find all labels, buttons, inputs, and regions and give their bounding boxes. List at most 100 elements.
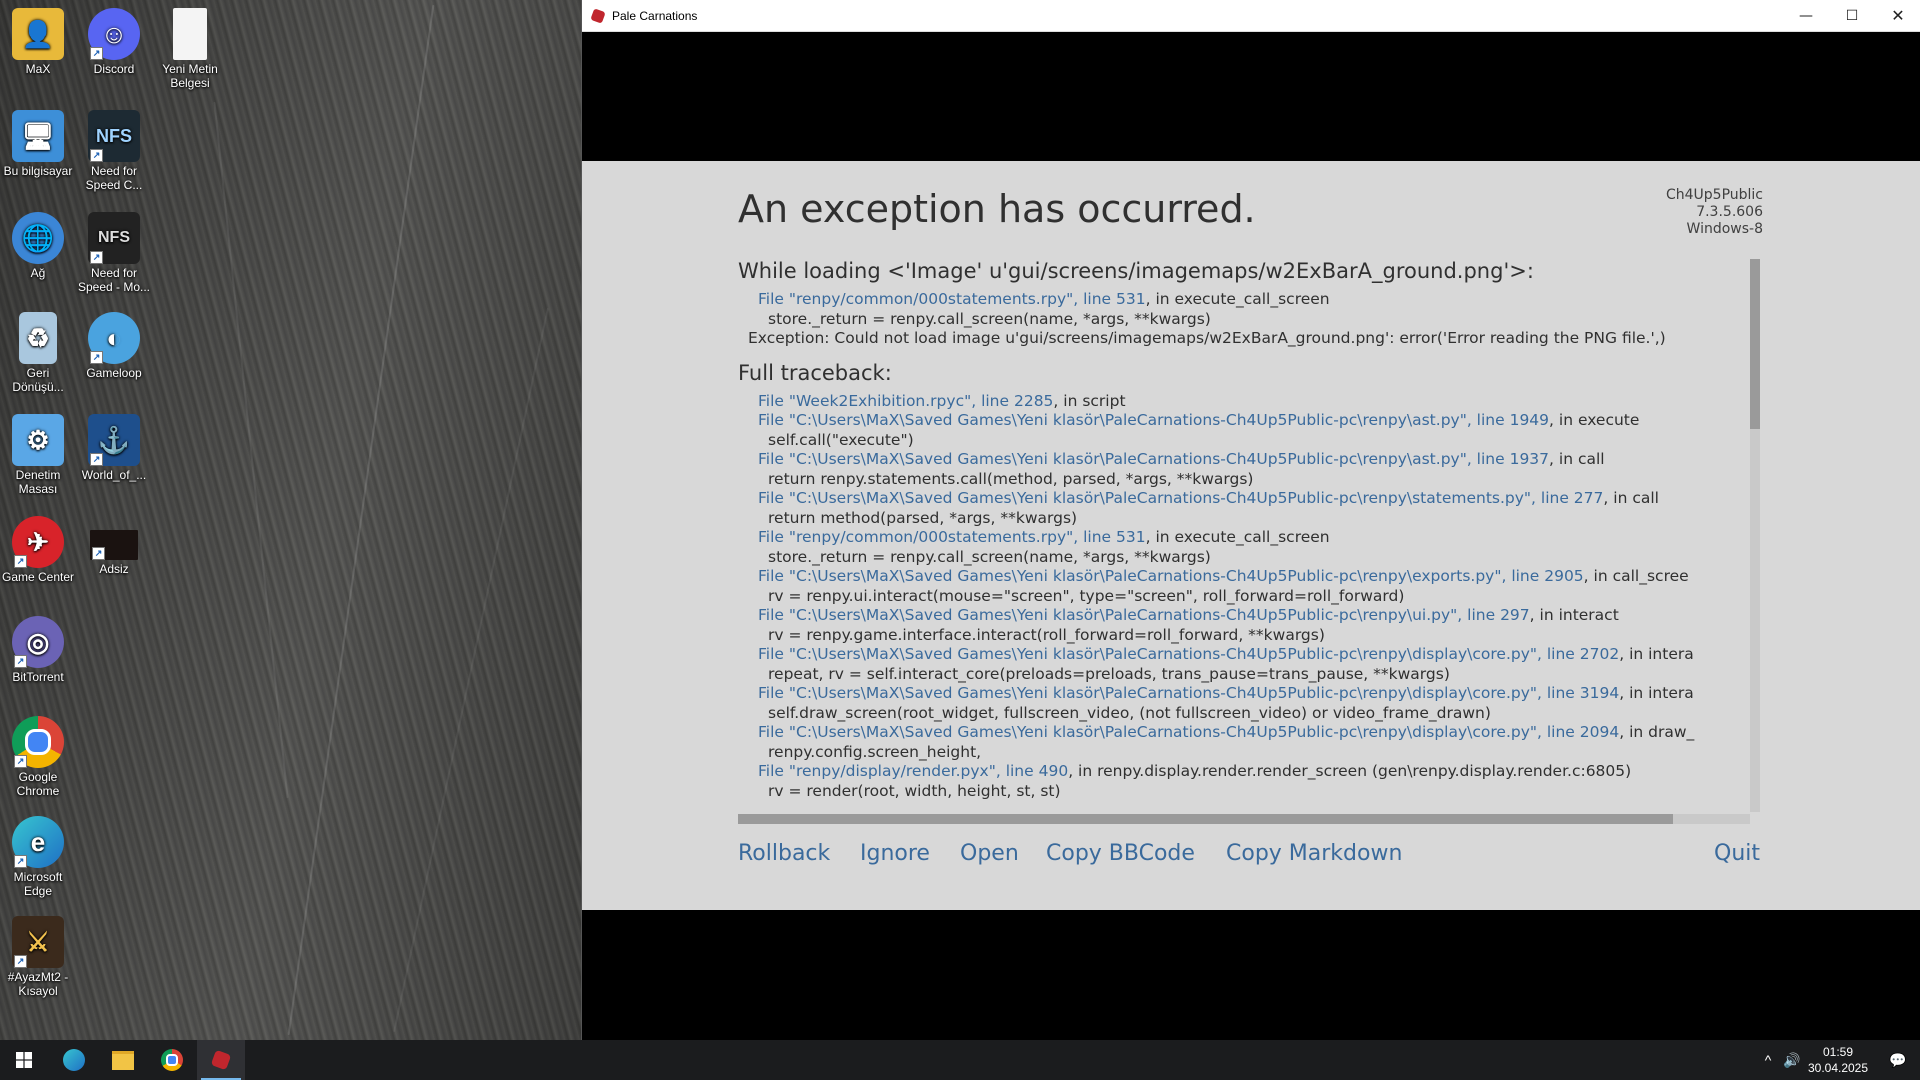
wallpaper-detail <box>393 307 549 1033</box>
desktop-icon-bittorrent[interactable]: ◎ ↗ BitTorrent <box>0 616 76 684</box>
desktop-icon-text-doc[interactable]: Yeni Metin Belgesi <box>152 8 228 90</box>
quit-button[interactable]: Quit <box>1714 841 1760 866</box>
desktop-icon-ayazmt2[interactable]: ⚔ ↗ #AyazMt2 - Kısayol <box>0 916 76 998</box>
taskbar-clock[interactable]: 01:59 30.04.2025 <box>1802 1044 1874 1076</box>
taskbar-edge[interactable] <box>50 1040 98 1080</box>
desktop-icon-discord[interactable]: ☺ ↗ Discord <box>76 8 152 76</box>
traceback-code-line: self.draw_screen(root_widget, fullscreen… <box>768 703 1491 722</box>
control-panel-icon: ⚙ <box>12 414 64 466</box>
windows-logo-icon <box>16 1052 32 1068</box>
desktop-icon-nfs-mostwanted[interactable]: NFS ↗ Need for Speed - Mo... <box>76 212 152 294</box>
desktop-icon-this-pc[interactable]: 🖥 Bu bilgisayar <box>0 110 76 178</box>
volume-icon[interactable]: 🔊 <box>1780 1040 1804 1080</box>
minimize-button[interactable]: — <box>1783 0 1829 31</box>
action-bar: Rollback Ignore Open Copy BBCode Copy Ma… <box>738 841 1760 873</box>
exception-message: Exception: Could not load image u'gui/sc… <box>748 329 1666 347</box>
version-platform: Windows-8 <box>1686 221 1763 237</box>
traceback-viewport[interactable]: While loading <'Image' u'gui/screens/ima… <box>738 259 1750 807</box>
traceback-code-line: store._return = renpy.call_screen(name, … <box>768 547 1211 566</box>
traceback-file-line: File "C:\Users\MaX\Saved Games\Yeni klas… <box>738 684 1750 704</box>
traceback-code-line: renpy.config.screen_height, <box>768 742 982 761</box>
close-button[interactable]: ✕ <box>1875 0 1920 31</box>
desktop-icon-control-panel[interactable]: ⚙ Denetim Masası <box>0 414 76 496</box>
desktop-icon-network[interactable]: 🌐 Ağ <box>0 212 76 280</box>
wallpaper-detail <box>287 4 435 1036</box>
taskbar-pale-carnations[interactable] <box>197 1040 245 1080</box>
traceback-code-line: repeat, rv = self.interact_core(preloads… <box>768 664 1450 683</box>
copy-markdown-button[interactable]: Copy Markdown <box>1226 841 1402 866</box>
open-button[interactable]: Open <box>960 841 1019 866</box>
traceback-code-line: rv = renpy.game.interface.interact(roll_… <box>768 625 1325 644</box>
desktop-icon-edge[interactable]: e ↗ Microsoft Edge <box>0 816 76 898</box>
desktop-icon-label: MaX <box>25 62 51 76</box>
traceback-file-link[interactable]: File "C:\Users\MaX\Saved Games\Yeni klas… <box>758 684 1619 702</box>
desktop-icon-label: Microsoft Edge <box>13 870 63 898</box>
traceback-file-link[interactable]: File "renpy/common/000statements.rpy", l… <box>758 528 1146 546</box>
traceback-file-link[interactable]: File "C:\Users\MaX\Saved Games\Yeni klas… <box>758 450 1549 468</box>
traceback-file-line: File "C:\Users\MaX\Saved Games\Yeni klas… <box>738 450 1750 470</box>
chrome-icon: ↗ <box>12 716 64 768</box>
traceback-code-line: return method(parsed, *args, **kwargs) <box>768 508 1078 527</box>
desktop-icon-label: Denetim Masası <box>15 468 61 496</box>
desktop-icon-chrome[interactable]: ↗ Google Chrome <box>0 716 76 798</box>
tray-chevron-icon[interactable]: ^ <box>1756 1040 1780 1080</box>
notifications-icon[interactable]: 💬 <box>1876 1040 1920 1080</box>
traceback-file-link[interactable]: File "C:\Users\MaX\Saved Games\Yeni klas… <box>758 723 1619 741</box>
taskbar-chrome[interactable] <box>148 1040 196 1080</box>
traceback-file-link[interactable]: File "C:\Users\MaX\Saved Games\Yeni klas… <box>758 411 1549 429</box>
desktop-icon-label: Gameloop <box>86 366 142 380</box>
desktop-icon-recycle-bin[interactable]: ♻ Geri Dönüşü... <box>0 312 76 394</box>
desktop-icon-label: Game Center <box>1 570 75 584</box>
recycle-bin-icon: ♻ <box>19 312 57 364</box>
traceback-file-line: File "C:\Users\MaX\Saved Games\Yeni klas… <box>738 567 1750 587</box>
text-document-icon <box>173 8 207 60</box>
start-button[interactable] <box>0 1040 48 1080</box>
copy-bbcode-button[interactable]: Copy BBCode <box>1046 841 1195 866</box>
desktop-icon-adsiz[interactable]: ↗ Adsiz <box>76 516 152 576</box>
traceback-location: , in renpy.display.render.render_screen … <box>1068 762 1632 780</box>
loading-header: While loading <'Image' u'gui/screens/ima… <box>738 259 1534 283</box>
desktop-icon-label: Discord <box>93 62 135 76</box>
horizontal-scroll-thumb[interactable] <box>738 814 1673 824</box>
traceback-file-line: File "C:\Users\MaX\Saved Games\Yeni klas… <box>738 645 1750 665</box>
traceback-file-link[interactable]: File "renpy/common/000statements.rpy", l… <box>758 290 1146 308</box>
ignore-button[interactable]: Ignore <box>860 841 930 866</box>
rollback-button[interactable]: Rollback <box>738 841 830 866</box>
traceback-file-line: File "renpy/common/000statements.rpy", l… <box>738 290 1750 310</box>
edge-icon <box>63 1049 85 1071</box>
traceback-file-link[interactable]: File "C:\Users\MaX\Saved Games\Yeni klas… <box>758 606 1530 624</box>
traceback-location: , in script <box>1053 391 1126 410</box>
traceback-file-link[interactable]: File "renpy/display/render.pyx", line 49… <box>758 762 1068 780</box>
version-info: Ch4Up5Public 7.3.5.606 Windows-8 <box>1666 187 1763 238</box>
desktop-icon-world-of-warships[interactable]: ⚓ ↗ World_of_... <box>76 414 152 482</box>
traceback-file-link[interactable]: File "C:\Users\MaX\Saved Games\Yeni klas… <box>758 489 1603 507</box>
traceback-location: , in intera <box>1619 645 1694 663</box>
vertical-scrollbar[interactable] <box>1750 259 1760 812</box>
maximize-button[interactable]: ☐ <box>1829 0 1875 31</box>
desktop-icon-game-center[interactable]: ✈ ↗ Game Center <box>0 516 76 584</box>
window-titlebar[interactable]: Pale Carnations — ☐ ✕ <box>582 0 1920 32</box>
desktop-icon-gameloop[interactable]: ◐ ↗ Gameloop <box>76 312 152 380</box>
chrome-icon <box>161 1049 183 1071</box>
bittorrent-icon: ◎ ↗ <box>12 616 64 668</box>
traceback-file-link[interactable]: File "Week2Exhibition.rpyc", line 2285 <box>758 392 1053 410</box>
vertical-scroll-thumb[interactable] <box>1750 259 1760 429</box>
desktop-icon-label: #AyazMt2 - Kısayol <box>7 970 69 998</box>
desktop-icon-label: Need for Speed - Mo... <box>77 266 151 294</box>
traceback-file-link[interactable]: File "C:\Users\MaX\Saved Games\Yeni klas… <box>758 645 1619 663</box>
nfs-carbon-icon: NFS ↗ <box>88 110 140 162</box>
desktop-icon-nfs-carbon[interactable]: NFS ↗ Need for Speed C... <box>76 110 152 192</box>
taskbar-file-explorer[interactable] <box>99 1040 147 1080</box>
full-traceback: File "Week2Exhibition.rpyc", line 2285, … <box>738 392 1750 802</box>
user-folder-icon: 👤 <box>12 8 64 60</box>
traceback-location: , in call <box>1603 489 1659 507</box>
full-traceback-header: Full traceback: <box>738 360 892 385</box>
version-number: 7.3.5.606 <box>1696 204 1763 220</box>
traceback-location: , in intera <box>1619 684 1694 702</box>
traceback-file-link[interactable]: File "C:\Users\MaX\Saved Games\Yeni klas… <box>758 567 1584 585</box>
horizontal-scrollbar[interactable] <box>738 814 1750 824</box>
desktop-icon-max[interactable]: 👤 MaX <box>0 8 76 76</box>
video-thumbnail-icon: ↗ <box>90 530 138 560</box>
taskbar: ^ 🔊 01:59 30.04.2025 💬 <box>0 1040 1920 1080</box>
wallpaper-detail <box>213 101 289 799</box>
